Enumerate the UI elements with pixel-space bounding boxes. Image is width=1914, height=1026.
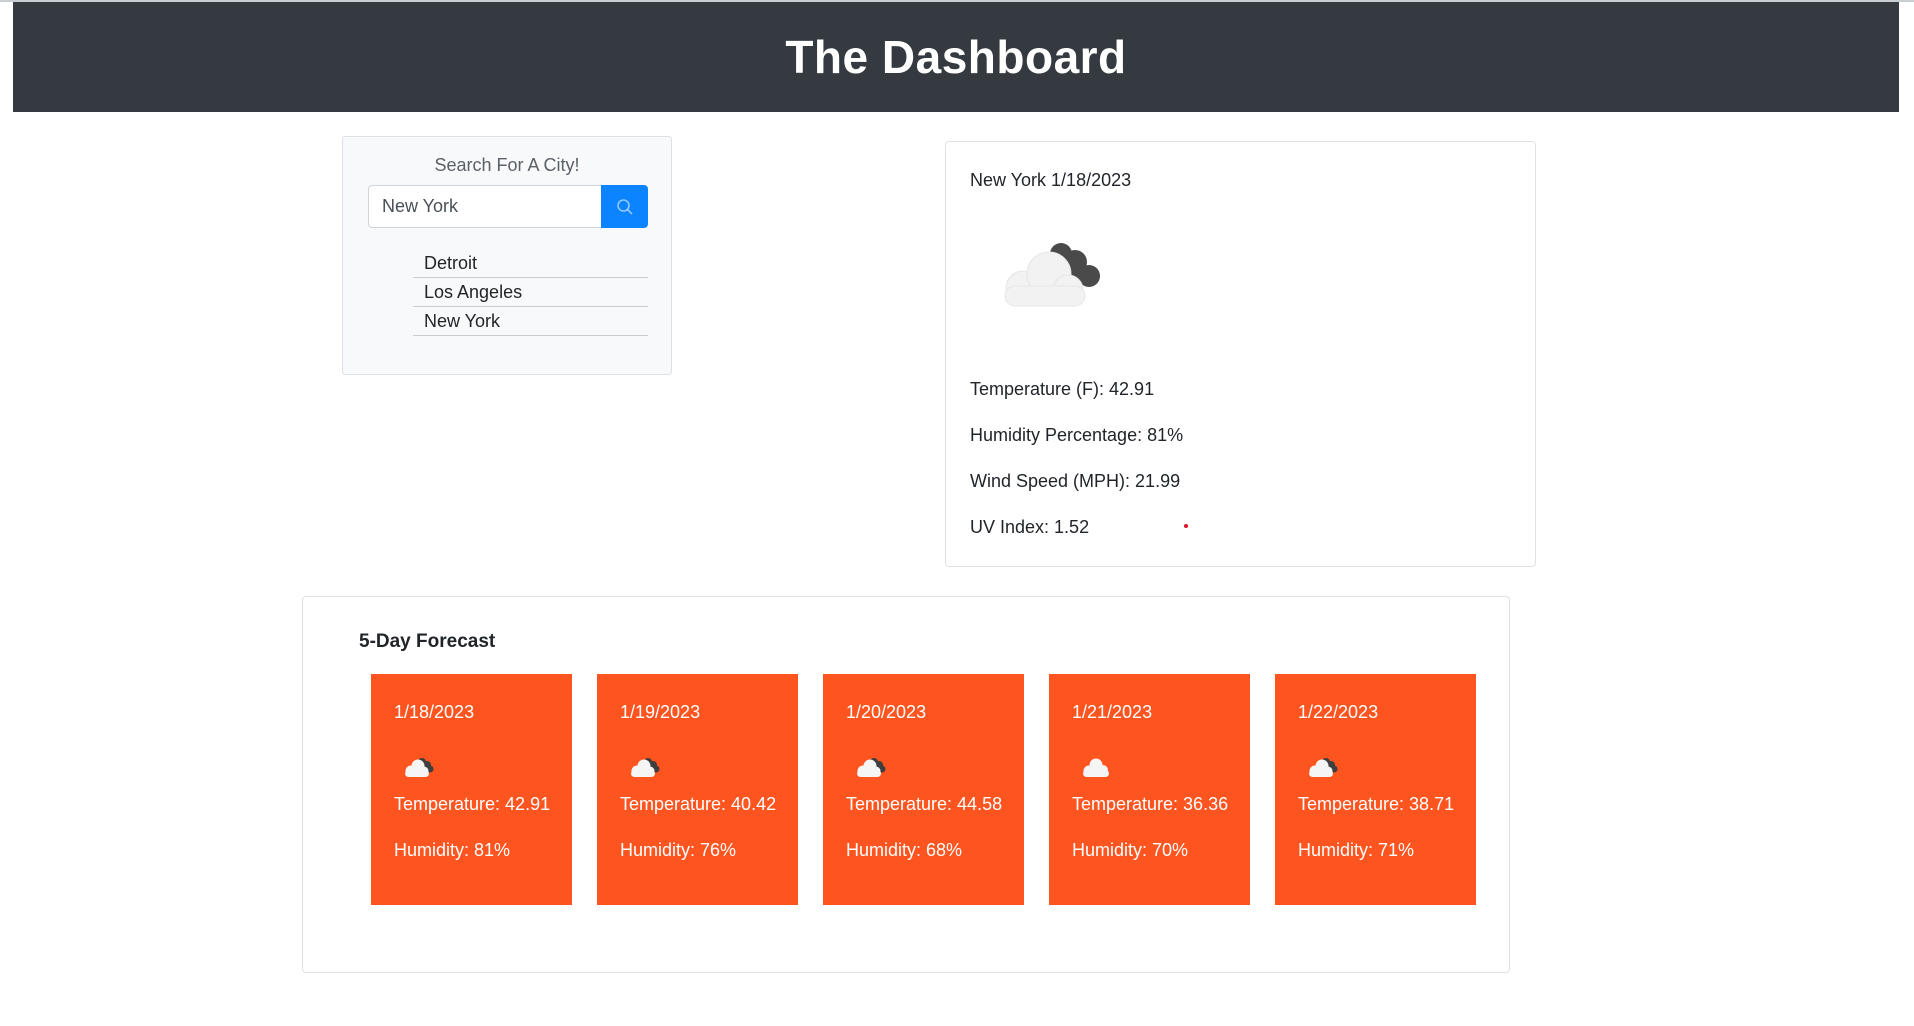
forecast-card: 1/19/2023 Temperature: 40.42 Humidity: 7… (597, 674, 798, 905)
search-input[interactable] (368, 185, 601, 228)
page-title: The Dashboard (785, 31, 1127, 83)
search-history-list: Detroit Los Angeles New York (413, 249, 648, 336)
forecast-card: 1/20/2023 Temperature: 44.58 Humidity: 6… (823, 674, 1024, 905)
current-weather-card: New York 1/18/2023 Temperature (F): 42.9… (945, 141, 1536, 567)
current-humidity: Humidity Percentage: 81% (970, 425, 1184, 445)
cloudy-icon (1305, 753, 1341, 786)
forecast-temperature: Temperature: 38.71 (1298, 794, 1455, 814)
current-temperature: Temperature (F): 42.91 (970, 379, 1155, 399)
cloudy-icon (853, 753, 889, 786)
forecast-temperature: Temperature: 36.36 (1072, 794, 1229, 814)
forecast-date: 1/21/2023 (1072, 702, 1153, 722)
search-icon (616, 198, 633, 215)
forecast-card: 1/21/2023 Temperature: 36.36 Humidity: 7… (1049, 674, 1250, 905)
history-item-detroit[interactable]: Detroit (413, 249, 648, 278)
forecast-card: 1/22/2023 Temperature: 38.71 Humidity: 7… (1275, 674, 1476, 905)
forecast-date: 1/22/2023 (1298, 702, 1379, 722)
cloudy-icon (627, 753, 663, 786)
cloudy-icon (401, 753, 437, 786)
forecast-temperature: Temperature: 42.91 (394, 794, 551, 814)
history-item-new-york[interactable]: New York (413, 307, 648, 336)
current-city-date: New York 1/18/2023 (970, 170, 1132, 190)
forecast-card: 1/18/2023 Temperature: 42.91 Humidity: 8… (371, 674, 572, 905)
forecast-title: 5-Day Forecast (359, 631, 496, 652)
search-panel: Search For A City! Detroit Los Angeles N… (342, 136, 672, 375)
forecast-humidity: Humidity: 70% (1072, 840, 1189, 860)
history-item-los-angeles[interactable]: Los Angeles (413, 278, 648, 307)
forecast-panel: 5-Day Forecast 1/18/2023 Temperature: 42… (302, 596, 1510, 973)
forecast-temperature: Temperature: 44.58 (846, 794, 1003, 814)
forecast-date: 1/18/2023 (394, 702, 475, 722)
search-title: Search For A City! (434, 155, 580, 175)
forecast-date: 1/19/2023 (620, 702, 701, 722)
current-uv-index: UV Index: 1.52 (970, 517, 1090, 537)
cloud-icon (993, 232, 1113, 327)
uv-indicator (1184, 524, 1188, 528)
forecast-humidity: Humidity: 71% (1298, 840, 1415, 860)
forecast-date: 1/20/2023 (846, 702, 927, 722)
forecast-humidity: Humidity: 76% (620, 840, 737, 860)
forecast-humidity: Humidity: 68% (846, 840, 963, 860)
cloud-icon (1079, 753, 1115, 786)
page-header: The Dashboard (13, 2, 1899, 112)
forecast-temperature: Temperature: 40.42 (620, 794, 777, 814)
search-button[interactable] (601, 185, 648, 228)
current-wind-speed: Wind Speed (MPH): 21.99 (970, 471, 1181, 491)
forecast-humidity: Humidity: 81% (394, 840, 511, 860)
